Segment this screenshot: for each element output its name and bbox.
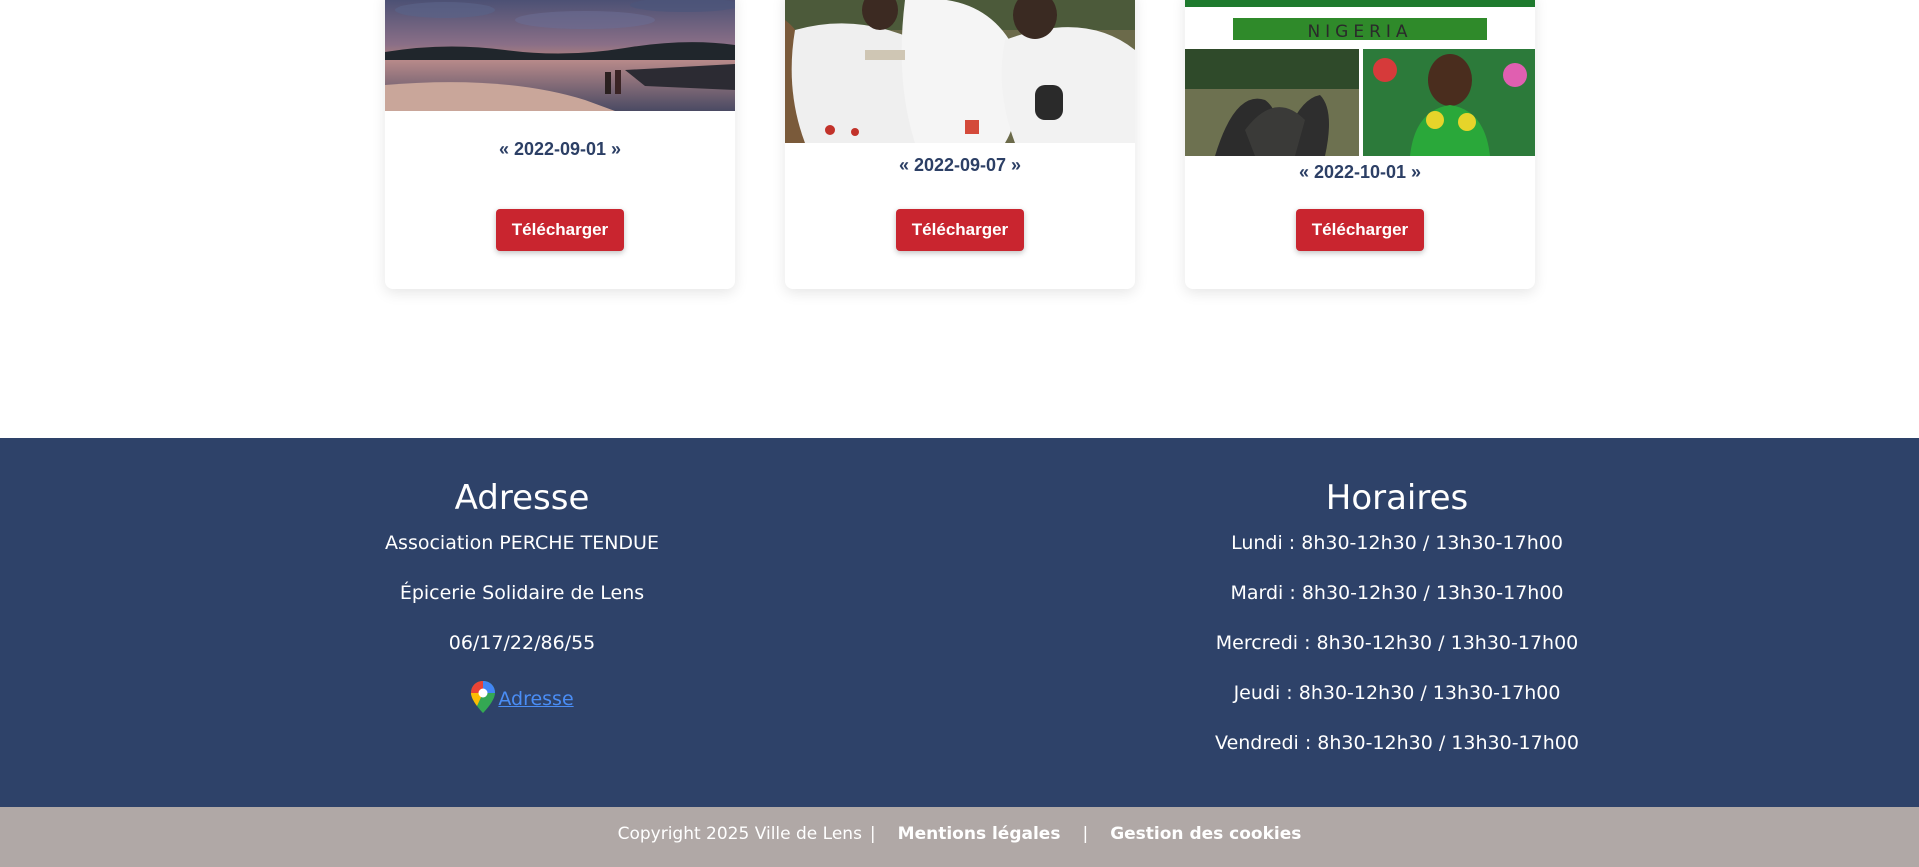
legal-notice-link[interactable]: Mentions légales <box>898 824 1061 844</box>
phone-number: 06/17/22/86/55 <box>448 632 596 654</box>
document-card: « 2022-09-01 » Télécharger <box>385 0 735 289</box>
map-row: Adresse <box>222 680 822 721</box>
card-image <box>785 0 1135 143</box>
nigeria-caption: NIGERIA <box>1307 22 1412 42</box>
documents-section: « 2022-09-01 » Télécharger « 2022-09-07 … <box>0 0 1919 438</box>
card-image <box>385 0 735 111</box>
hours-line: Jeudi : 8h30-12h30 / 13h30-17h00 <box>1233 682 1561 704</box>
separator: | <box>869 824 876 844</box>
hours-line: Mercredi : 8h30-12h30 / 13h30-17h00 <box>1215 632 1579 654</box>
card-date: « 2022-09-07 » <box>898 155 1022 175</box>
card-image: NIGERIA <box>1185 0 1535 156</box>
document-card: « 2022-09-07 » Télécharger <box>785 0 1135 289</box>
footer-address-title: Adresse <box>454 478 590 518</box>
document-card: NIGERIA « 2022-10-01 » Télécharger <box>1185 0 1535 289</box>
download-button[interactable]: Télécharger <box>896 209 1024 251</box>
card-date: « 2022-10-01 » <box>1298 162 1422 182</box>
card-date: « 2022-09-01 » <box>498 139 622 159</box>
address-line: Association PERCHE TENDUE <box>385 532 659 554</box>
hours-line: Vendredi : 8h30-12h30 / 13h30-17h00 <box>1215 732 1579 754</box>
hours-line: Lundi : 8h30-12h30 / 13h30-17h00 <box>1231 532 1563 554</box>
map-link[interactable]: Adresse <box>498 688 573 710</box>
site-footer: Adresse Association PERCHE TENDUE Épicer… <box>0 438 1919 807</box>
separator: | <box>1082 824 1089 844</box>
map-pin-icon <box>470 680 496 721</box>
download-button[interactable]: Télécharger <box>1296 209 1424 251</box>
download-button[interactable]: Télécharger <box>496 209 624 251</box>
address-line: Épicerie Solidaire de Lens <box>399 582 645 604</box>
footer-hours-title: Horaires <box>1325 478 1469 518</box>
footer-bottom-bar: Copyright 2025 Ville de Lens | Mentions lé… <box>0 807 1919 867</box>
copyright-text: Copyright 2025 Ville de Lens <box>617 824 862 844</box>
hours-line: Mardi : 8h30-12h30 / 13h30-17h00 <box>1230 582 1564 604</box>
cookie-settings-link[interactable]: Gestion des cookies <box>1110 824 1301 844</box>
